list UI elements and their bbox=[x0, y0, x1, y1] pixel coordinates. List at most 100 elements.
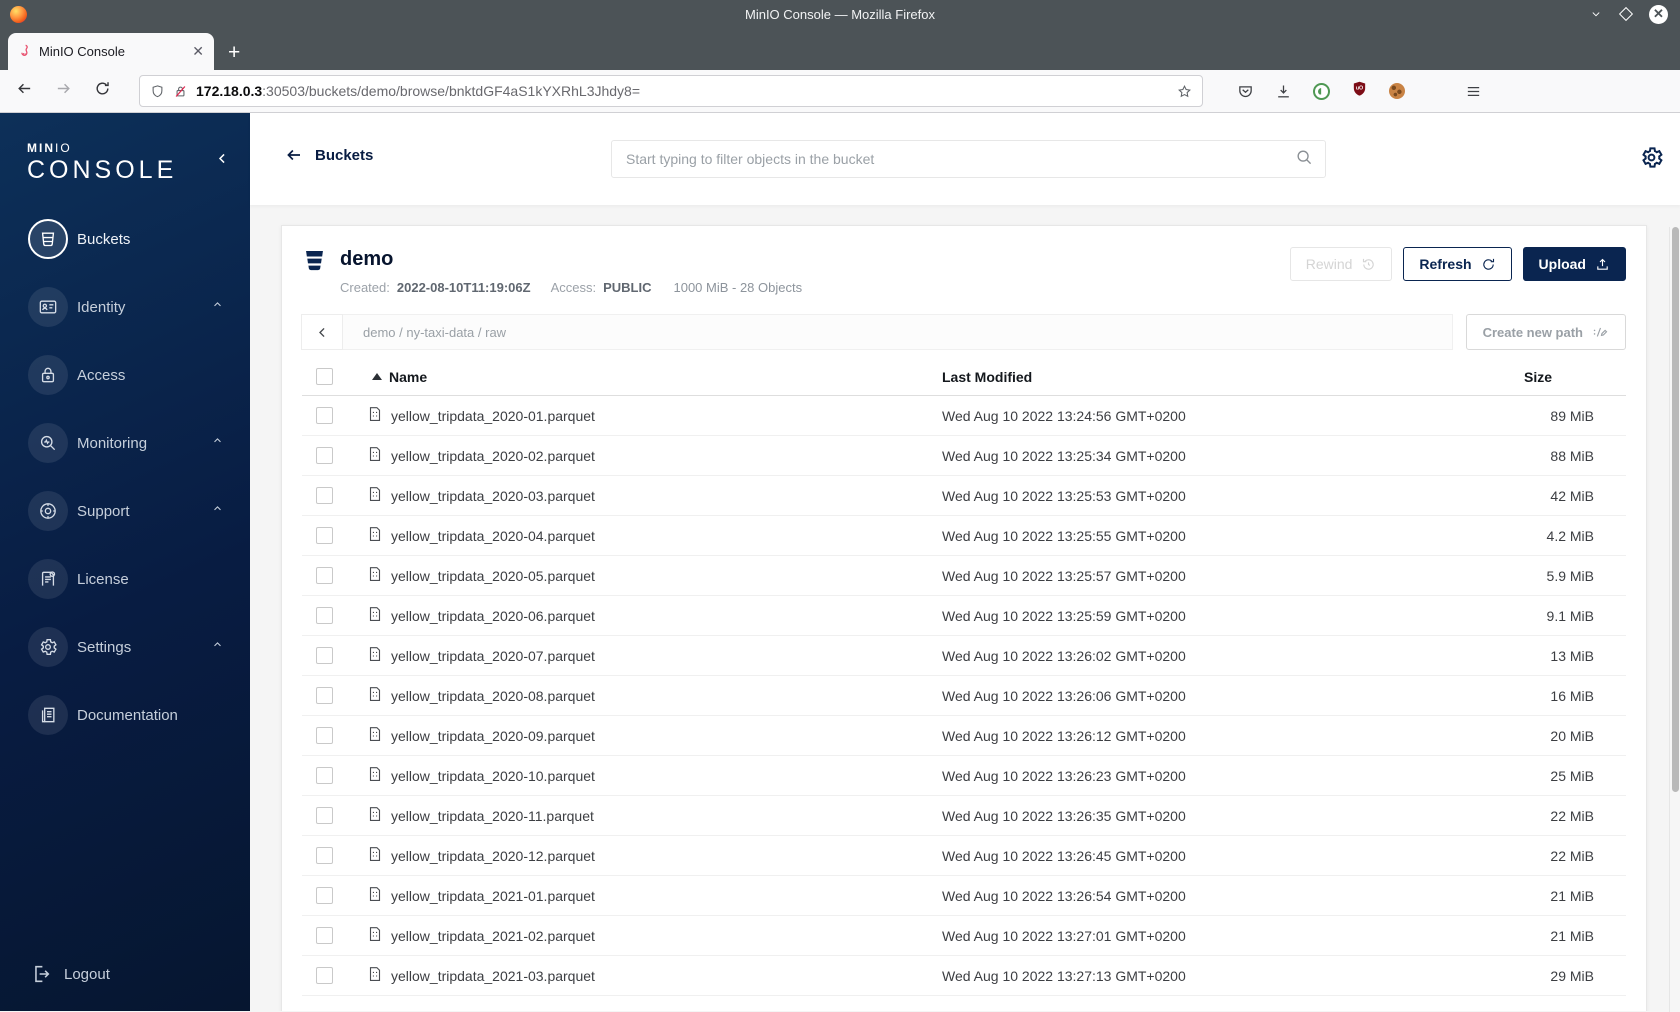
sidebar-item-settings[interactable]: Settings bbox=[28, 627, 250, 667]
column-header-modified[interactable]: Last Modified bbox=[942, 369, 1506, 385]
table-row[interactable]: yellow_tripdata_2021-02.parquet Wed Aug … bbox=[302, 916, 1626, 956]
create-new-path-button[interactable]: Create new path bbox=[1465, 314, 1626, 350]
column-header-name[interactable]: Name bbox=[389, 369, 427, 385]
sidebar-item-monitoring[interactable]: Monitoring bbox=[28, 423, 250, 463]
url-text[interactable]: 172.18.0.3:30503/buckets/demo/browse/bnk… bbox=[196, 83, 1169, 99]
table-row[interactable]: yellow_tripdata_2020-09.parquet Wed Aug … bbox=[302, 716, 1626, 756]
table-row[interactable]: yellow_tripdata_2020-05.parquet Wed Aug … bbox=[302, 556, 1626, 596]
extension-green-icon[interactable] bbox=[1313, 82, 1330, 100]
insecure-lock-icon[interactable] bbox=[173, 84, 188, 99]
object-name[interactable]: yellow_tripdata_2020-04.parquet bbox=[391, 528, 595, 544]
row-checkbox[interactable] bbox=[316, 967, 333, 984]
bookmark-star-icon[interactable] bbox=[1177, 84, 1192, 99]
sidebar-item-logout[interactable]: Logout bbox=[30, 963, 110, 985]
search-input[interactable] bbox=[612, 151, 1295, 167]
row-checkbox[interactable] bbox=[316, 687, 333, 704]
select-all-checkbox[interactable] bbox=[316, 368, 333, 385]
browser-reload-button[interactable] bbox=[94, 80, 111, 102]
chevron-up-icon[interactable] bbox=[211, 434, 224, 452]
table-row[interactable]: yellow_tripdata_2020-08.parquet Wed Aug … bbox=[302, 676, 1626, 716]
row-checkbox[interactable] bbox=[316, 727, 333, 744]
sidebar-item-license[interactable]: License bbox=[28, 559, 250, 599]
table-row[interactable]: yellow_tripdata_2021-01.parquet Wed Aug … bbox=[302, 876, 1626, 916]
row-checkbox[interactable] bbox=[316, 567, 333, 584]
row-checkbox[interactable] bbox=[316, 847, 333, 864]
pocket-icon[interactable] bbox=[1237, 83, 1254, 100]
minimize-chevron-icon[interactable] bbox=[1589, 7, 1603, 21]
table-row[interactable]: yellow_tripdata_2020-03.parquet Wed Aug … bbox=[302, 476, 1626, 516]
chevron-up-icon[interactable] bbox=[211, 638, 224, 656]
parquet-file-icon bbox=[366, 685, 384, 706]
table-row[interactable]: yellow_tripdata_2020-11.parquet Wed Aug … bbox=[302, 796, 1626, 836]
maximize-diamond-icon[interactable] bbox=[1618, 6, 1634, 22]
scrollbar-thumb[interactable] bbox=[1672, 227, 1679, 792]
downloads-icon[interactable] bbox=[1275, 83, 1292, 100]
ublock-origin-icon[interactable] bbox=[1351, 80, 1368, 102]
table-row[interactable]: yellow_tripdata_2021-03.parquet Wed Aug … bbox=[302, 956, 1626, 996]
settings-gear-icon[interactable] bbox=[1639, 145, 1664, 175]
table-row[interactable]: yellow_tripdata_2020-12.parquet Wed Aug … bbox=[302, 836, 1626, 876]
sidebar-item-support[interactable]: Support bbox=[28, 491, 250, 531]
row-checkbox[interactable] bbox=[316, 927, 333, 944]
sidebar-item-access[interactable]: Access bbox=[28, 355, 250, 395]
row-checkbox[interactable] bbox=[316, 447, 333, 464]
browser-tab[interactable]: MinIO Console ✕ bbox=[8, 33, 214, 70]
menu-icon[interactable] bbox=[1465, 83, 1482, 100]
object-name[interactable]: yellow_tripdata_2020-05.parquet bbox=[391, 568, 595, 584]
row-checkbox[interactable] bbox=[316, 767, 333, 784]
object-name[interactable]: yellow_tripdata_2020-11.parquet bbox=[391, 808, 594, 824]
table-row[interactable]: yellow_tripdata_2020-04.parquet Wed Aug … bbox=[302, 516, 1626, 556]
object-name[interactable]: yellow_tripdata_2021-01.parquet bbox=[391, 888, 595, 904]
extension-asterisk-icon[interactable] bbox=[1426, 80, 1444, 103]
object-name[interactable]: yellow_tripdata_2021-02.parquet bbox=[391, 928, 595, 944]
row-checkbox[interactable] bbox=[316, 527, 333, 544]
chevron-up-icon[interactable] bbox=[211, 502, 224, 520]
object-name[interactable]: yellow_tripdata_2020-03.parquet bbox=[391, 488, 595, 504]
object-name[interactable]: yellow_tripdata_2021-03.parquet bbox=[391, 968, 595, 984]
table-row[interactable]: yellow_tripdata_2020-02.parquet Wed Aug … bbox=[302, 436, 1626, 476]
row-checkbox[interactable] bbox=[316, 887, 333, 904]
sort-ascending-icon[interactable] bbox=[372, 373, 382, 380]
created-label: Created: bbox=[340, 280, 390, 295]
table-row[interactable]: yellow_tripdata_2020-07.parquet Wed Aug … bbox=[302, 636, 1626, 676]
row-checkbox[interactable] bbox=[316, 487, 333, 504]
table-row[interactable]: yellow_tripdata_2020-10.parquet Wed Aug … bbox=[302, 756, 1626, 796]
path-back-button[interactable] bbox=[301, 314, 343, 350]
row-checkbox[interactable] bbox=[316, 807, 333, 824]
cookie-extension-icon[interactable] bbox=[1389, 83, 1405, 99]
chevron-up-icon[interactable] bbox=[211, 298, 224, 316]
breadcrumb[interactable]: demo / ny-taxi-data / raw bbox=[343, 314, 1453, 350]
object-name[interactable]: yellow_tripdata_2020-08.parquet bbox=[391, 688, 595, 704]
browser-back-button[interactable] bbox=[16, 80, 33, 102]
sidebar-item-documentation[interactable]: Documentation bbox=[28, 695, 250, 735]
url-host: 172.18.0.3 bbox=[196, 83, 263, 99]
object-name[interactable]: yellow_tripdata_2020-06.parquet bbox=[391, 608, 595, 624]
row-checkbox[interactable] bbox=[316, 647, 333, 664]
upload-button[interactable]: Upload bbox=[1522, 247, 1626, 281]
row-checkbox[interactable] bbox=[316, 407, 333, 424]
rewind-button[interactable]: Rewind bbox=[1289, 247, 1393, 281]
back-to-buckets[interactable]: Buckets bbox=[285, 146, 373, 164]
refresh-button[interactable]: Refresh bbox=[1403, 247, 1512, 281]
object-name[interactable]: yellow_tripdata_2020-12.parquet bbox=[391, 848, 595, 864]
object-modified: Wed Aug 10 2022 13:25:53 GMT+0200 bbox=[942, 487, 1186, 504]
object-name[interactable]: yellow_tripdata_2020-07.parquet bbox=[391, 648, 595, 664]
close-circle-icon[interactable]: ✕ bbox=[1649, 4, 1668, 24]
tab-close-icon[interactable]: ✕ bbox=[192, 43, 204, 60]
table-row[interactable]: yellow_tripdata_2020-06.parquet Wed Aug … bbox=[302, 596, 1626, 636]
table-row[interactable]: yellow_tripdata_2020-01.parquet Wed Aug … bbox=[302, 396, 1626, 436]
object-name[interactable]: yellow_tripdata_2020-01.parquet bbox=[391, 408, 595, 424]
sidebar-item-buckets[interactable]: Buckets bbox=[28, 219, 250, 259]
row-checkbox[interactable] bbox=[316, 607, 333, 624]
tracking-shield-icon[interactable] bbox=[150, 84, 165, 99]
object-name[interactable]: yellow_tripdata_2020-10.parquet bbox=[391, 768, 595, 784]
object-name[interactable]: yellow_tripdata_2020-09.parquet bbox=[391, 728, 595, 744]
column-header-size[interactable]: Size bbox=[1506, 369, 1626, 385]
sidebar-item-identity[interactable]: Identity bbox=[28, 287, 250, 327]
url-bar[interactable]: 172.18.0.3:30503/buckets/demo/browse/bnk… bbox=[139, 75, 1203, 107]
sidebar-collapse-icon[interactable] bbox=[215, 151, 230, 171]
new-tab-button[interactable]: + bbox=[228, 42, 240, 63]
browser-forward-button[interactable] bbox=[55, 80, 72, 102]
object-name[interactable]: yellow_tripdata_2020-02.parquet bbox=[391, 448, 595, 464]
page-scrollbar[interactable] bbox=[1669, 227, 1680, 1012]
